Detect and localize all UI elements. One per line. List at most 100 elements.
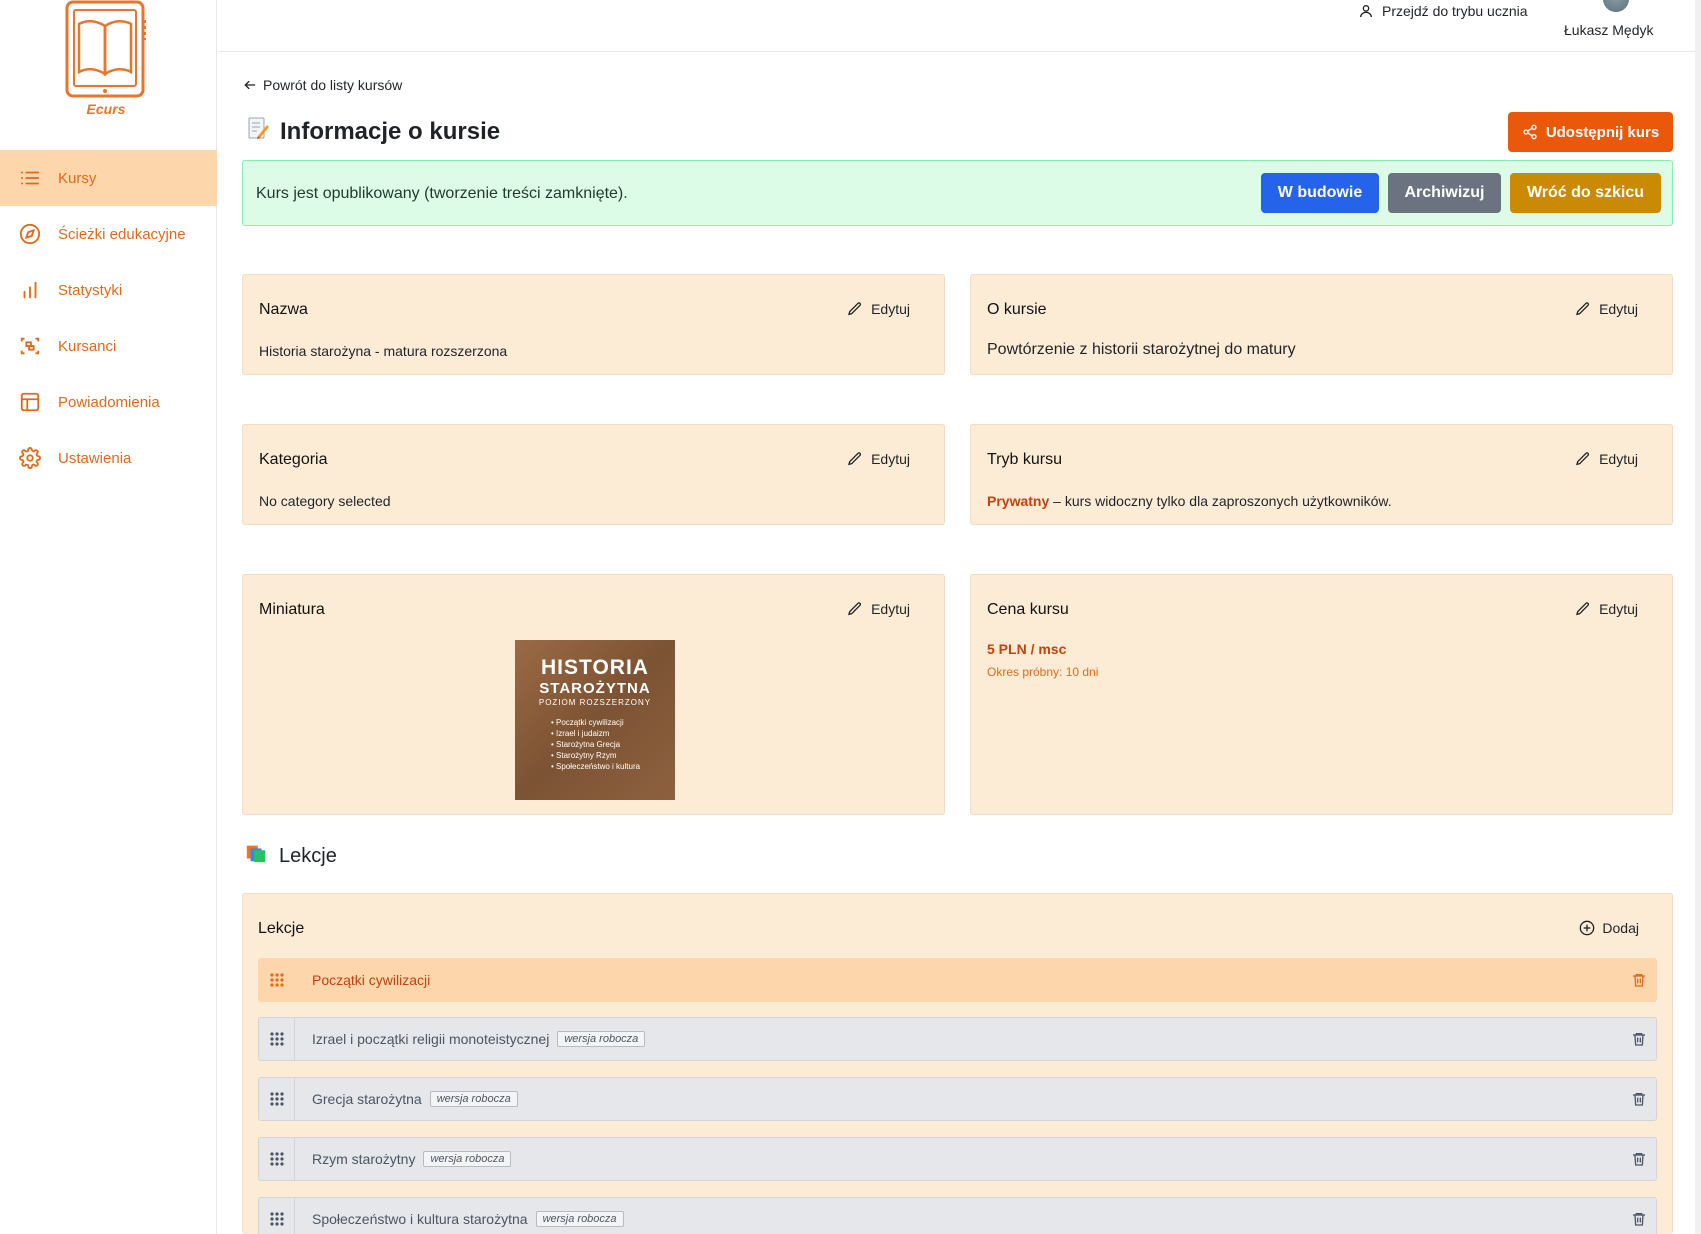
sidebar-nav: Kursy Ścieżki edukacyjne Statystyki Kurs… (0, 150, 217, 486)
drag-handle-icon[interactable] (259, 1198, 295, 1234)
thumb-bullet: • Izrael i judaizm (551, 729, 610, 738)
top-bar: Przejdź do trybu ucznia Łukasz Mędyk (218, 0, 1701, 52)
trash-icon[interactable] (1631, 1031, 1647, 1052)
share-course-label: Udostępnij kurs (1545, 123, 1660, 141)
trash-icon[interactable] (1631, 1151, 1647, 1172)
status-text: Kurs jest opublikowany (tworzenie treści… (256, 185, 628, 202)
pencil-icon (1576, 452, 1590, 466)
trial-period: Okres próbny: 10 dni (987, 665, 1099, 679)
lessons-card: Lekcje Dodaj Początki cywilizacji Izrael… (242, 893, 1673, 1234)
add-label: Dodaj (1602, 920, 1639, 936)
lessons-title: Lekcje (258, 920, 305, 937)
trash-icon[interactable] (1631, 1091, 1647, 1112)
mode-accent: Prywatny (987, 493, 1050, 509)
course-mode-value: Prywatny – kurs widoczny tylko dla zapro… (987, 493, 1392, 509)
trash-icon[interactable] (1631, 972, 1647, 993)
sidebar-item-label: Kursy (58, 169, 97, 187)
student-mode-label: Przejdź do trybu ucznia (1382, 3, 1528, 19)
back-to-courses-link[interactable]: Powrót do listy kursów (243, 77, 402, 93)
user-name: Łukasz Mędyk (1564, 22, 1654, 38)
student-mode-link[interactable]: Przejdź do trybu ucznia (1358, 3, 1528, 19)
edit-label: Edytuj (1599, 601, 1638, 617)
course-mode-card: Tryb kursu Edytuj Prywatny – kurs widocz… (970, 424, 1673, 525)
draft-badge: wersja robocza (423, 1151, 512, 1167)
draft-badge: wersja robocza (535, 1211, 624, 1227)
sidebar-item-sciezki[interactable]: Ścieżki edukacyjne (0, 206, 217, 262)
course-name-value: Historia starożyna - matura rozszerzona (259, 343, 508, 359)
drag-handle-icon[interactable] (259, 1138, 295, 1180)
name-card: Nazwa Edytuj Historia starożyna - matura… (242, 274, 945, 375)
sidebar-item-kursanci[interactable]: Kursanci (0, 318, 217, 374)
edit-category-button[interactable]: Edytuj (847, 451, 910, 467)
sidebar: Ecurs Kursy Ścieżki edukacyjne Statystyk… (0, 0, 217, 1234)
lesson-row[interactable]: Społeczeństwo i kultura starożytna wersj… (258, 1197, 1657, 1234)
lesson-row[interactable]: Grecja starożytna wersja robocza (258, 1077, 1657, 1121)
sidebar-item-label: Kursanci (58, 337, 117, 355)
thumb-bullets: • Początki cywilizacji • Izrael i judaiz… (551, 717, 675, 772)
books-icon (245, 842, 267, 870)
edit-thumbnail-button[interactable]: Edytuj (847, 601, 910, 617)
trash-icon[interactable] (1631, 1211, 1647, 1232)
drag-handle-icon[interactable] (259, 1018, 295, 1060)
card-title: Tryb kursu (987, 451, 1062, 468)
brand-name: Ecurs (86, 101, 126, 117)
thumb-bullet: • Starożytna Grecja (551, 740, 621, 749)
card-title: Cena kursu (987, 601, 1069, 618)
page-title: Informacje o kursie (246, 116, 500, 147)
add-lesson-button[interactable]: Dodaj (1579, 920, 1639, 936)
drag-handle-icon[interactable] (259, 959, 295, 1001)
avatar[interactable] (1603, 0, 1629, 12)
edit-label: Edytuj (871, 601, 910, 617)
pencil-icon (1576, 602, 1590, 616)
edit-mode-button[interactable]: Edytuj (1575, 451, 1638, 467)
in-construction-button[interactable]: W budowie (1261, 173, 1379, 213)
edit-name-button[interactable]: Edytuj (847, 301, 910, 317)
pencil-icon (848, 602, 862, 616)
lesson-name: Społeczeństwo i kultura starożytna (312, 1211, 528, 1227)
thumbnail-card: Miniatura Edytuj HISTORIA STAROŻYTNA POZ… (242, 574, 945, 815)
edit-price-button[interactable]: Edytuj (1575, 601, 1638, 617)
sidebar-item-powiadomienia[interactable]: Powiadomienia (0, 374, 217, 430)
mode-description: – kurs widoczny tylko dla zaproszonych u… (1049, 493, 1392, 509)
lesson-row[interactable]: Rzym starożytny wersja robocza (258, 1137, 1657, 1181)
edit-label: Edytuj (1599, 451, 1638, 467)
category-card: Kategoria Edytuj No category selected (242, 424, 945, 525)
sidebar-item-statystyki[interactable]: Statystyki (0, 262, 217, 318)
about-card: O kursie Edytuj Powtórzenie z historii s… (970, 274, 1673, 375)
pencil-icon (1576, 302, 1590, 316)
course-thumbnail-image: HISTORIA STAROŻYTNA POZIOM ROZSZERZONY •… (515, 640, 675, 800)
category-value: No category selected (259, 493, 391, 509)
price-card: Cena kursu Edytuj 5 PLN / msc Okres prób… (970, 574, 1673, 815)
user-icon (1360, 4, 1372, 18)
edit-label: Edytuj (871, 301, 910, 317)
lesson-row[interactable]: Izrael i początki religii monoteistyczne… (258, 1017, 1657, 1061)
lesson-name: Rzym starożytny (312, 1151, 416, 1167)
thumb-bullet: • Starożytny Rzym (551, 751, 617, 760)
edit-about-button[interactable]: Edytuj (1575, 301, 1638, 317)
lessons-section-label: Lekcje (279, 844, 337, 867)
share-course-button[interactable]: Udostępnij kurs (1508, 112, 1673, 152)
card-title: O kursie (987, 301, 1047, 318)
drag-handle-icon[interactable] (259, 1078, 295, 1120)
price-value: 5 PLN / msc (987, 641, 1067, 657)
scrollbar[interactable] (1695, 0, 1701, 1234)
gear-icon (18, 446, 42, 470)
thumb-bullet: • Początki cywilizacji (551, 718, 624, 727)
draft-badge: wersja robocza (429, 1091, 518, 1107)
list-icon (18, 166, 42, 190)
compass-icon (18, 222, 42, 246)
edit-label: Edytuj (1599, 301, 1638, 317)
sidebar-item-label: Statystyki (58, 281, 123, 299)
sidebar-item-label: Ścieżki edukacyjne (58, 225, 186, 243)
sidebar-item-label: Powiadomienia (58, 393, 160, 411)
archive-button[interactable]: Archiwizuj (1388, 173, 1501, 213)
sidebar-item-kursy[interactable]: Kursy (0, 150, 217, 206)
sidebar-item-ustawienia[interactable]: Ustawienia (0, 430, 217, 486)
sidebar-item-label: Ustawienia (58, 449, 132, 467)
back-to-draft-button[interactable]: Wróć do szkicu (1510, 173, 1661, 213)
pencil-icon (848, 452, 862, 466)
draft-badge: wersja robocza (557, 1031, 646, 1047)
app-logo[interactable]: Ecurs (64, 0, 148, 122)
lesson-row[interactable]: Początki cywilizacji (258, 958, 1657, 1002)
edit-label: Edytuj (871, 451, 910, 467)
